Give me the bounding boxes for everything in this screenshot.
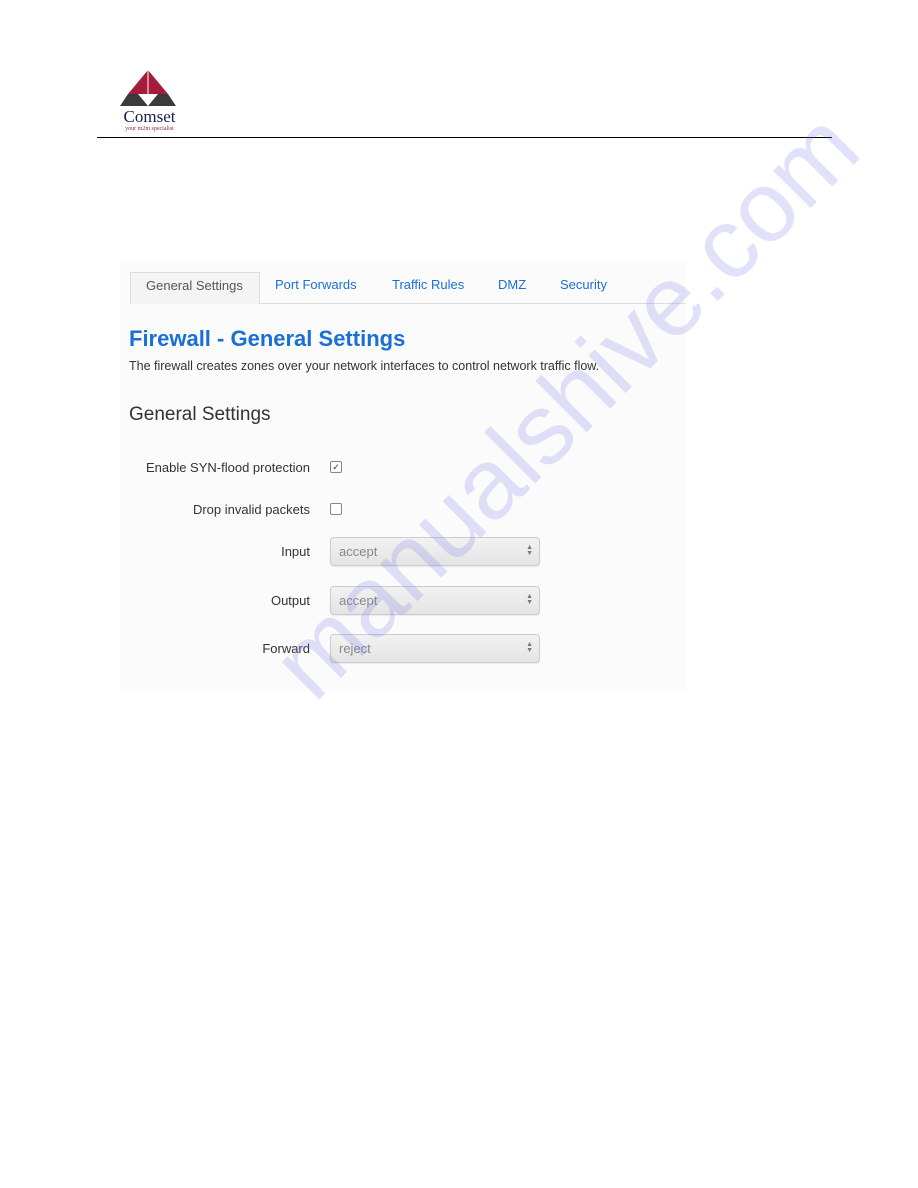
drop-invalid-label: Drop invalid packets — [192, 502, 310, 517]
tab-port-forwards[interactable]: Port Forwards — [275, 272, 357, 303]
select-arrows-icon: ▲ ▼ — [526, 544, 533, 557]
syn-flood-checkbox[interactable]: ✓ — [330, 461, 342, 473]
tab-general-settings[interactable]: General Settings — [130, 272, 260, 305]
select-arrows-icon: ▲ ▼ — [526, 593, 533, 606]
tab-traffic-rules[interactable]: Traffic Rules — [392, 272, 464, 303]
page-title: Firewall - General Settings — [129, 326, 406, 351]
check-icon: ✓ — [332, 462, 340, 472]
input-label: Input — [281, 544, 310, 559]
syn-flood-label: Enable SYN-flood protection — [145, 460, 310, 475]
section-title: General Settings — [129, 404, 271, 425]
header-divider — [97, 137, 832, 138]
tab-dmz[interactable]: DMZ — [498, 272, 526, 303]
comset-logo: Comset your m2m specialist — [112, 70, 187, 136]
drop-invalid-checkbox[interactable] — [330, 503, 342, 515]
logo-tagline: your m2m specialist — [125, 126, 174, 132]
logo-brand: Comset — [123, 107, 176, 126]
logo-triangle-icon — [120, 70, 176, 106]
select-arrows-icon: ▲ ▼ — [526, 641, 533, 654]
